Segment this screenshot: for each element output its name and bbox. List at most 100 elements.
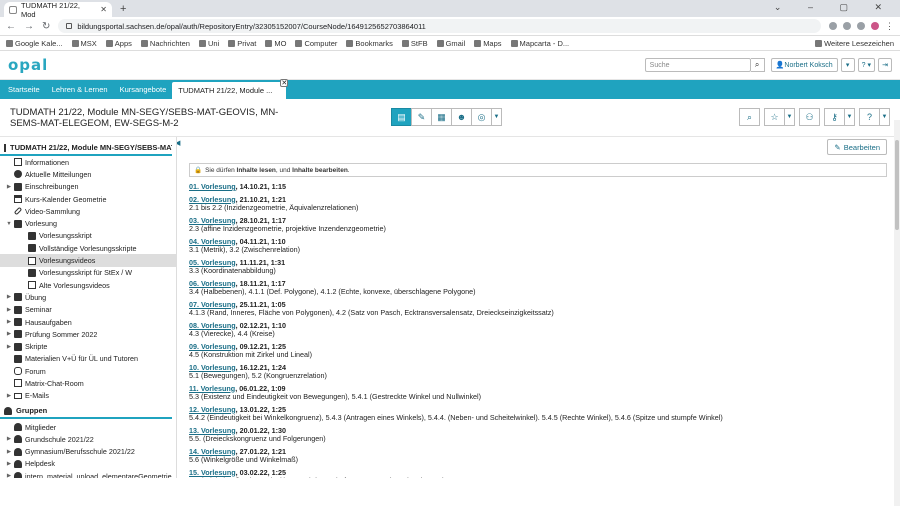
logout-icon[interactable]: ⇥ (878, 58, 892, 72)
reload-icon[interactable]: ↻ (42, 21, 50, 32)
new-tab-icon[interactable]: + (120, 2, 126, 17)
bookmark-item[interactable]: Computer (295, 39, 337, 48)
course-header: TUDMATH 21/22, Module MN-SEGY/SEBS-MAT-G… (0, 99, 900, 137)
close-tab-icon[interactable]: ✕ (100, 5, 107, 14)
help-button[interactable]: ? ▾ (857, 58, 875, 72)
sidebar-item[interactable]: ▶ Prüfung Sommer 2022 (0, 328, 176, 340)
extension-icon[interactable] (829, 22, 837, 30)
user-settings-icon[interactable]: ⚇ (799, 108, 820, 126)
bookmark-item[interactable]: Uni (198, 39, 219, 48)
bookmark-item[interactable]: Mapcarta - D... (510, 39, 569, 48)
sidebar-item[interactable]: Video-Sammlung (0, 205, 176, 217)
star-icon[interactable]: ☆ (764, 108, 785, 126)
notes-icon[interactable]: ▦ (431, 108, 452, 126)
tab-course[interactable]: TUDMATH 21/22, Module ... ✕ (172, 79, 289, 99)
sidebar-item[interactable]: ▶ Seminar (0, 304, 176, 316)
sidebar-item[interactable]: ▶ Hausaufgaben (0, 316, 176, 328)
bookmark-item[interactable]: StFB (401, 39, 428, 48)
bookmark-item[interactable]: Gmail (436, 39, 465, 48)
sidebar-item[interactable]: Informationen (0, 156, 176, 168)
edit-button[interactable]: ✎ Bearbeiten (827, 139, 887, 155)
course-view-button[interactable]: ▤ (391, 108, 412, 126)
collapse-sidebar-icon[interactable]: ◀ (177, 139, 180, 147)
sidebar-item[interactable]: ▶ Grundschule 2021/22 (0, 433, 176, 445)
bookmark-item[interactable]: Bookmarks (346, 39, 393, 48)
sidebar-item[interactable]: ▶ Gymnasium/Berufsschule 2021/22 (0, 446, 176, 458)
expand-icon[interactable]: ▶ (4, 319, 14, 325)
sidebar-item[interactable]: ▶ Helpdesk (0, 458, 176, 470)
window-controls[interactable]: ⌄ – ▢ ✕ (774, 2, 894, 13)
bookmark-item[interactable]: Google Kale... (6, 39, 63, 48)
sidebar-item[interactable]: ▶ E-Mails (0, 390, 176, 402)
avatar[interactable] (871, 22, 879, 30)
sidebar-item[interactable]: ▶ intern_material_upload_elementareGeomet… (0, 470, 176, 478)
url-field[interactable]: bildungsportal.sachsen.de/opal/auth/Repo… (58, 19, 821, 33)
chevron-down-icon[interactable]: ▼ (844, 108, 855, 126)
expand-icon[interactable]: ▶ (4, 294, 14, 300)
chevron-down-icon[interactable]: ▼ (491, 108, 502, 126)
sidebar-item[interactable]: Materialien V+Ü für ÜL und Tutoren (0, 353, 176, 365)
user-menu-button[interactable]: 👤 Norbert Koksch (770, 58, 838, 72)
user-dropdown-button[interactable]: ▾ (840, 58, 855, 72)
sidebar-item[interactable]: Vollständige Vorlesungsskripte (0, 242, 176, 254)
chevron-down-icon[interactable]: ▼ (784, 108, 795, 126)
bookmark-item[interactable]: Maps (474, 39, 502, 48)
expand-icon[interactable]: ▶ (4, 449, 14, 455)
back-icon[interactable]: ← (6, 21, 16, 32)
sidebar-item[interactable]: Vorlesungsvideos (0, 254, 176, 267)
expand-icon[interactable]: ▶ (4, 436, 14, 442)
sidebar-item[interactable]: ▶ Skripte (0, 340, 176, 352)
sidebar-item[interactable]: Forum (0, 365, 176, 377)
sidebar-item[interactable]: Vorlesungsskript (0, 230, 176, 242)
edit-icon[interactable]: ✎ (411, 108, 432, 126)
expand-icon[interactable]: ▶ (4, 393, 14, 399)
help-icon[interactable]: ? (859, 108, 880, 126)
page-scrollbar[interactable] (894, 120, 900, 506)
browser-tab[interactable]: TUDMATH 21/22, Mod ✕ (4, 1, 112, 19)
lecture-link[interactable]: 01. Vorlesung (189, 182, 236, 191)
opal-logo[interactable]: opal (8, 56, 48, 74)
search-input[interactable]: Suche (644, 58, 751, 72)
bookmark-item[interactable]: MSX (71, 39, 97, 48)
extension-icon[interactable] (843, 22, 851, 30)
sidebar-item-label: Vollständige Vorlesungsskripte (39, 243, 137, 253)
forward-icon[interactable]: → (24, 21, 34, 32)
sidebar-item[interactable]: Kurs-Kalender Geometrie (0, 193, 176, 205)
chevron-down-icon[interactable]: ▼ (879, 108, 890, 126)
bookmark-item[interactable]: Apps (105, 39, 132, 48)
expand-icon[interactable]: ▶ (4, 307, 14, 313)
sidebar-item[interactable]: Aktuelle Mitteilungen (0, 168, 176, 180)
sidebar-item[interactable]: Vorlesungsskript für StEx / W (0, 267, 176, 279)
expand-icon[interactable]: ▶ (4, 344, 14, 350)
nav-item[interactable]: Startseite (2, 80, 46, 99)
sidebar-item[interactable]: Matrix-Chat-Room (0, 377, 176, 389)
nav-item[interactable]: Kursangebote (114, 80, 173, 99)
key-icon[interactable]: ⚷ (824, 108, 845, 126)
expand-icon[interactable]: ▶ (4, 184, 14, 190)
menu-icon[interactable]: ⋮ (885, 21, 894, 32)
participants-icon[interactable]: ☻ (451, 108, 472, 126)
nav-item[interactable]: Lehren & Lernen (46, 80, 114, 99)
expand-icon[interactable]: ▼ (4, 221, 14, 227)
bookmark-other[interactable]: Weitere Lesezeichen (815, 39, 894, 48)
sidebar-item[interactable]: ▶ Einschreibungen (0, 181, 176, 193)
lecture-description: 4.1.3 (Rand, Inneres, Fläche von Polygon… (189, 308, 554, 317)
bookmark-item[interactable]: Privat (228, 39, 256, 48)
sidebar-course-title[interactable]: TUDMATH 21/22, Module MN-SEGY/SEBS-MAT-G… (0, 141, 172, 156)
group-icon (4, 406, 12, 415)
sidebar-item[interactable]: ▼ Vorlesung (0, 217, 176, 229)
search-icon[interactable]: ⌕ (739, 108, 760, 126)
search-icon[interactable]: ⌕ (750, 58, 765, 72)
bookmark-item[interactable]: MO (265, 39, 286, 48)
sidebar-item[interactable]: ▶ Übung (0, 291, 176, 303)
settings-icon[interactable]: ◎ (471, 108, 492, 126)
bookmark-item[interactable]: Nachrichten (140, 39, 190, 48)
scrollbar-thumb[interactable] (895, 140, 899, 230)
expand-icon[interactable]: ▶ (4, 461, 14, 467)
expand-icon[interactable]: ▶ (4, 473, 14, 478)
sidebar-item[interactable]: Alte Vorlesungsvideos (0, 279, 176, 291)
sidebar-item[interactable]: Mitglieder (0, 421, 176, 433)
close-icon[interactable]: ✕ (280, 79, 289, 87)
expand-icon[interactable]: ▶ (4, 331, 14, 337)
extension-icon[interactable] (857, 22, 865, 30)
